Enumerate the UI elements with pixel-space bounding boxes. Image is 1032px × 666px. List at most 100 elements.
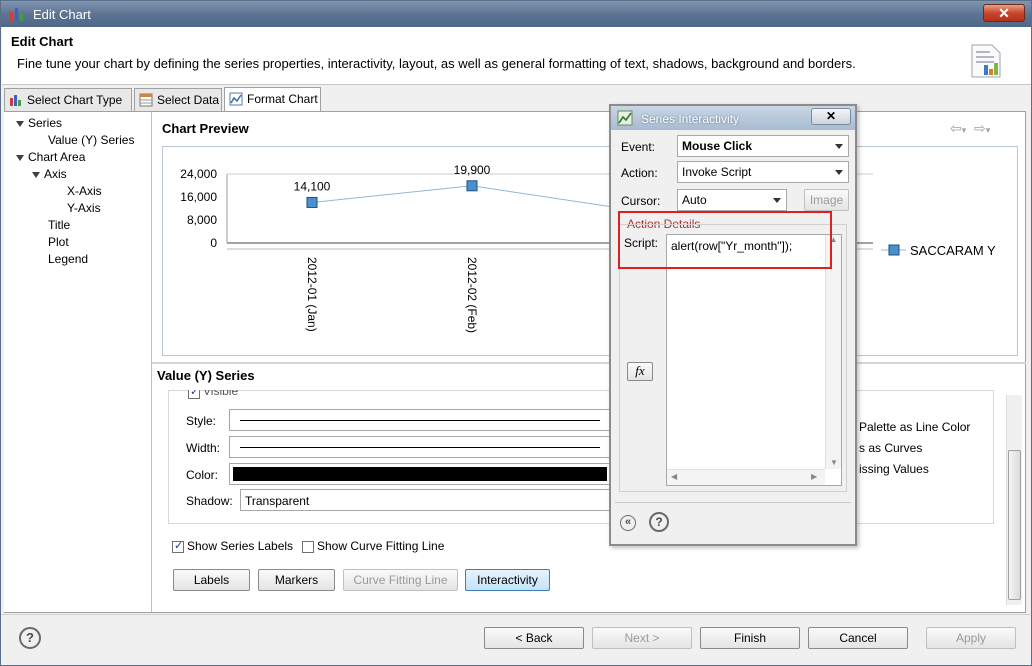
y-tick-label: 16,000 (180, 190, 217, 204)
event-label: Event: (621, 140, 656, 154)
nav-back-icon[interactable]: ⇦ (950, 120, 962, 136)
tab-select-data[interactable]: Select Data (134, 88, 222, 112)
event-combo[interactable]: Mouse Click (677, 135, 849, 157)
series-section-title: Value (Y) Series (157, 368, 255, 383)
x-category-label: 2012-01 (Jan) (305, 257, 319, 332)
line-style-picker[interactable] (229, 409, 611, 431)
tree-label: Plot (48, 235, 69, 249)
cursor-label: Cursor: (621, 194, 661, 208)
palette-line-color-label[interactable]: Palette as Line Color (859, 420, 970, 434)
show-series-labels-label: Show Series Labels (187, 539, 294, 553)
style-label: Style: (186, 414, 217, 428)
visible-checkbox[interactable] (188, 390, 200, 399)
back-button[interactable]: < Back (484, 627, 584, 649)
expand-triangle-icon[interactable] (16, 154, 24, 161)
tree-item-plot[interactable]: Plot (48, 235, 69, 249)
dialog-help-icon[interactable]: ? (649, 512, 669, 532)
curves-label[interactable]: s as Curves (859, 441, 922, 455)
scroll-right-icon[interactable]: ▶ (811, 472, 817, 481)
tree-item-x-axis[interactable]: X-Axis (67, 184, 102, 198)
tab-label: Select Data (157, 93, 220, 107)
next-button[interactable]: Next > (592, 627, 692, 649)
chart-preview-title: Chart Preview (162, 121, 249, 136)
preview-nav: ⇦▾ ⇨▾ (950, 120, 991, 136)
missing-values-label[interactable]: issing Values (859, 462, 929, 476)
tree-item-axis[interactable]: Axis (32, 167, 67, 181)
image-button[interactable]: Image (804, 189, 849, 211)
help-icon[interactable]: ? (19, 627, 41, 649)
show-curve-fitting-label: Show Curve Fitting Line (317, 539, 445, 553)
preview-splitter[interactable] (152, 362, 1026, 364)
show-curve-fitting-row[interactable]: Show Curve Fitting Line (302, 539, 444, 553)
expression-builder-button[interactable]: fx (627, 362, 653, 381)
window-title: Edit Chart (33, 7, 91, 22)
chart-app-icon (10, 8, 23, 21)
legend-label: SACCARAM Y (910, 243, 996, 258)
dialog-close-button[interactable]: ✕ (811, 108, 851, 125)
tree-item-title[interactable]: Title (48, 218, 70, 232)
data-label: 19,900 (454, 163, 491, 177)
show-curve-fitting-checkbox[interactable] (302, 540, 314, 553)
show-series-labels-checkbox[interactable] (172, 539, 184, 553)
legend-marker (888, 244, 900, 256)
tab-select-chart-type[interactable]: Select Chart Type (4, 88, 132, 112)
color-picker[interactable] (229, 463, 611, 485)
shadow-label: Shadow: (186, 494, 233, 508)
markers-button[interactable]: Markers (258, 569, 335, 591)
dropdown-arrow-icon (835, 170, 843, 175)
tree-item-legend[interactable]: Legend (48, 252, 88, 266)
expand-triangle-icon[interactable] (16, 120, 24, 127)
data-point-marker (466, 180, 478, 192)
shadow-combo[interactable]: Transparent (240, 489, 611, 511)
dialog-title-bar[interactable]: Series Interactivity ✕ (611, 106, 855, 130)
tree-label: Axis (44, 167, 67, 181)
apply-button[interactable]: Apply (926, 627, 1016, 649)
labels-button[interactable]: Labels (173, 569, 250, 591)
curve-fitting-line-button[interactable]: Curve Fitting Line (343, 569, 458, 591)
action-combo[interactable]: Invoke Script (677, 161, 849, 183)
tree-item-value-series[interactable]: Value (Y) Series (48, 133, 134, 147)
tree-label: Title (48, 218, 71, 232)
finish-button[interactable]: Finish (700, 627, 800, 649)
window-close-button[interactable]: ✕ (983, 4, 1025, 22)
x-category-label: 2012-02 (Feb) (465, 257, 479, 333)
color-label: Color: (186, 468, 219, 482)
tab-label: Format Chart (247, 92, 318, 106)
scroll-left-icon[interactable]: ◀ (671, 472, 677, 481)
cursor-combo[interactable]: Auto (677, 189, 787, 211)
scroll-down-icon[interactable]: ▼ (826, 458, 842, 467)
chart-preview: 24,000 16,000 8,000 0 14,100 2012-01 (Jan) 19,… (162, 146, 1018, 356)
script-hscrollbar[interactable]: ◀ ▶ (667, 469, 825, 485)
expand-triangle-icon[interactable] (32, 171, 40, 178)
show-series-labels-row[interactable]: Show Series Labels (172, 539, 293, 553)
line-width-picker[interactable] (229, 436, 611, 458)
tree-label: Legend (48, 252, 89, 266)
tree-label: Chart Area (28, 150, 86, 164)
tree-item-chart-area[interactable]: Chart Area (16, 150, 85, 164)
visible-checkbox-row[interactable]: Visible (188, 390, 238, 400)
wizard-header: Edit Chart Fine tune your chart by defin… (2, 27, 1031, 85)
cancel-button[interactable]: Cancel (808, 627, 908, 649)
interactivity-button[interactable]: Interactivity (465, 569, 550, 591)
tree-label: Value (Y) Series (48, 133, 135, 147)
tree-item-series[interactable]: Series (16, 116, 62, 130)
collapse-icon[interactable]: « (620, 515, 636, 531)
y-tick-label: 24,000 (180, 167, 217, 181)
script-vscrollbar[interactable]: ▲ ▼ (825, 235, 841, 469)
title-bar[interactable]: Edit Chart ✕ (1, 1, 1031, 27)
tab-format-chart[interactable]: Format Chart (224, 87, 321, 112)
dialog-title: Series Interactivity (641, 112, 740, 126)
action-label: Action: (621, 166, 658, 180)
data-point-marker (306, 196, 318, 208)
visible-label: Visible (203, 390, 239, 398)
tree-item-y-axis[interactable]: Y-Axis (67, 201, 101, 215)
scrollbar-thumb[interactable] (1008, 450, 1021, 600)
nav-forward-icon[interactable]: ⇨ (974, 120, 986, 136)
action-value: Invoke Script (682, 165, 752, 179)
script-editor[interactable]: alert(row["Yr_month"]); ▲ ▼ ◀ ▶ (666, 234, 842, 486)
highlight-annotation (618, 211, 832, 269)
event-value: Mouse Click (682, 139, 753, 153)
page-title: Edit Chart (11, 34, 74, 49)
tree-label: Series (28, 116, 63, 130)
properties-scrollbar[interactable] (1006, 395, 1022, 605)
